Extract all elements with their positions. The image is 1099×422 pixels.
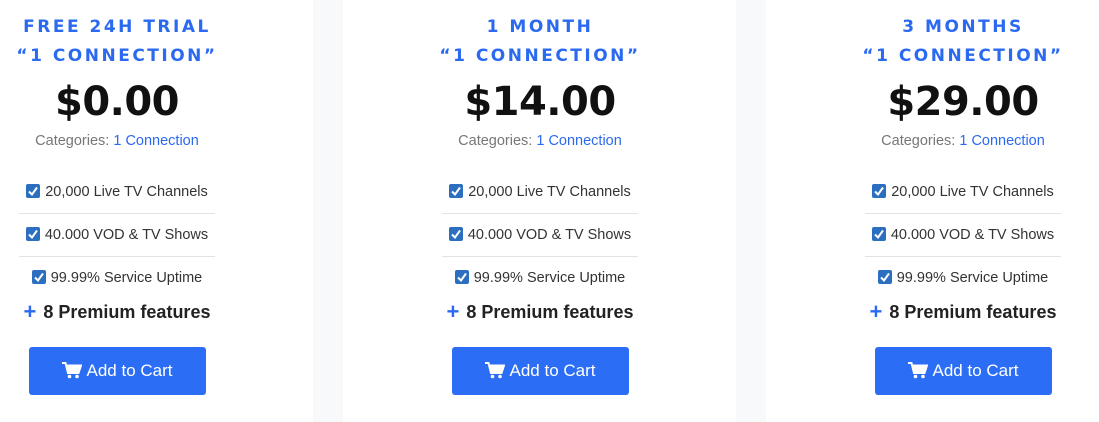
premium-features: +8 Premium features bbox=[0, 300, 247, 324]
feature-item: 20,000 Live TV Channels bbox=[442, 171, 638, 214]
pricing-card-1-month: 1 MONTH “1 CONNECTION” $14.00 Categories… bbox=[410, 0, 670, 422]
feature-label: 40.000 VOD & TV Shows bbox=[467, 227, 632, 243]
feature-item: 20,000 Live TV Channels bbox=[19, 171, 215, 214]
plan-price: $14.00 bbox=[464, 79, 616, 125]
plus-icon: + bbox=[446, 299, 460, 324]
add-to-cart-button[interactable]: Add to Cart bbox=[28, 347, 206, 398]
feature-label: 99.99% Service Uptime bbox=[473, 270, 626, 286]
pricing-card-3-months: 3 MONTHS “1 CONNECTION” $29.00 Categorie… bbox=[833, 0, 1093, 422]
plus-icon: + bbox=[869, 299, 883, 324]
checkbox-checked-icon bbox=[26, 184, 41, 198]
checkbox-checked-icon bbox=[25, 227, 40, 241]
feature-item: 99.99% Service Uptime bbox=[19, 257, 215, 299]
categories-label: Categories: bbox=[881, 133, 956, 149]
feature-item: 40.000 VOD & TV Shows bbox=[865, 214, 1061, 257]
category-link[interactable]: 1 Connection bbox=[959, 133, 1044, 149]
plan-title: 1 MONTH “1 CONNECTION” bbox=[410, 13, 670, 71]
pricing-card-trial: FREE 24H TRIAL “1 CONNECTION” $0.00 Cate… bbox=[0, 0, 247, 422]
plan-title-line1: 1 MONTH bbox=[486, 17, 594, 37]
plan-categories: Categories: 1 Connection bbox=[410, 132, 670, 150]
plan-title-line2: “1 CONNECTION” bbox=[439, 46, 641, 66]
plan-title-line1: FREE 24H TRIAL bbox=[23, 17, 211, 37]
feature-label: 99.99% Service Uptime bbox=[896, 270, 1049, 286]
plan-categories: Categories: 1 Connection bbox=[833, 132, 1093, 150]
feature-label: 20,000 Live TV Channels bbox=[45, 184, 208, 200]
add-to-cart-button[interactable]: Add to Cart bbox=[451, 347, 629, 398]
categories-label: Categories: bbox=[458, 133, 533, 149]
column-gap-left bbox=[313, 0, 343, 422]
plan-price: $0.00 bbox=[54, 79, 180, 125]
feature-list: 20,000 Live TV Channels 40.000 VOD & TV … bbox=[442, 171, 638, 299]
plan-title-line2: “1 CONNECTION” bbox=[862, 46, 1064, 66]
feature-label: 20,000 Live TV Channels bbox=[468, 184, 631, 200]
categories-label: Categories: bbox=[35, 133, 110, 149]
plan-title: 3 MONTHS “1 CONNECTION” bbox=[833, 13, 1093, 71]
plan-categories: Categories: 1 Connection bbox=[0, 132, 247, 150]
feature-label: 20,000 Live TV Channels bbox=[891, 184, 1054, 200]
plan-title-line2: “1 CONNECTION” bbox=[16, 46, 218, 66]
premium-features: +8 Premium features bbox=[410, 300, 670, 324]
add-to-cart-label: Add to Cart bbox=[932, 361, 1019, 380]
premium-label: 8 Premium features bbox=[889, 302, 1057, 322]
shopping-cart-icon bbox=[484, 350, 505, 398]
category-link[interactable]: 1 Connection bbox=[113, 133, 198, 149]
feature-item: 99.99% Service Uptime bbox=[865, 257, 1061, 299]
shopping-cart-icon bbox=[907, 350, 928, 398]
plan-title: FREE 24H TRIAL “1 CONNECTION” bbox=[0, 13, 247, 71]
shopping-cart-icon bbox=[61, 350, 82, 398]
premium-features: +8 Premium features bbox=[833, 300, 1093, 324]
checkbox-checked-icon bbox=[872, 184, 887, 198]
feature-label: 40.000 VOD & TV Shows bbox=[44, 227, 209, 243]
column-gap-right bbox=[736, 0, 766, 422]
feature-list: 20,000 Live TV Channels 40.000 VOD & TV … bbox=[865, 171, 1061, 299]
premium-label: 8 Premium features bbox=[466, 302, 634, 322]
feature-label: 99.99% Service Uptime bbox=[50, 270, 203, 286]
feature-item: 40.000 VOD & TV Shows bbox=[19, 214, 215, 257]
plan-price: $29.00 bbox=[887, 79, 1039, 125]
plan-title-line1: 3 MONTHS bbox=[902, 17, 1024, 37]
add-to-cart-label: Add to Cart bbox=[86, 361, 173, 380]
feature-item: 99.99% Service Uptime bbox=[442, 257, 638, 299]
checkbox-checked-icon bbox=[31, 270, 46, 284]
checkbox-checked-icon bbox=[871, 227, 886, 241]
add-to-cart-button[interactable]: Add to Cart bbox=[874, 347, 1052, 398]
checkbox-checked-icon bbox=[449, 184, 464, 198]
plus-icon: + bbox=[23, 299, 37, 324]
category-link[interactable]: 1 Connection bbox=[536, 133, 621, 149]
feature-item: 40.000 VOD & TV Shows bbox=[442, 214, 638, 257]
feature-label: 40.000 VOD & TV Shows bbox=[890, 227, 1055, 243]
checkbox-checked-icon bbox=[454, 270, 469, 284]
feature-item: 20,000 Live TV Channels bbox=[865, 171, 1061, 214]
premium-label: 8 Premium features bbox=[43, 302, 211, 322]
checkbox-checked-icon bbox=[877, 270, 892, 284]
feature-list: 20,000 Live TV Channels 40.000 VOD & TV … bbox=[19, 171, 215, 299]
checkbox-checked-icon bbox=[448, 227, 463, 241]
add-to-cart-label: Add to Cart bbox=[509, 361, 596, 380]
